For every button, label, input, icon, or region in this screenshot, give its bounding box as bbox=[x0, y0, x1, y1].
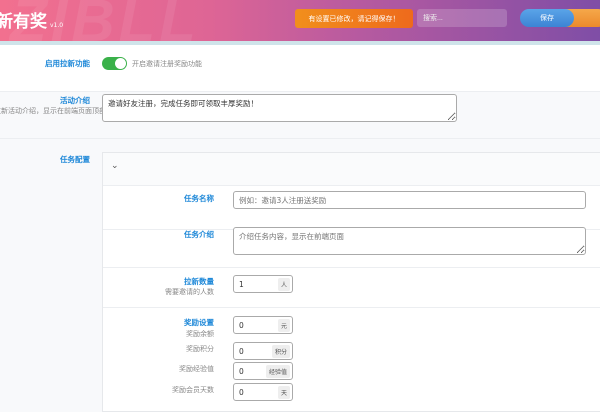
reward-exp-unit: 经验值 bbox=[265, 364, 290, 378]
count-title: 拉新数量 bbox=[184, 277, 214, 286]
task-intro-textarea[interactable] bbox=[233, 227, 586, 255]
reward-vip-days-unit: 天 bbox=[277, 385, 290, 399]
header: ZIBLL 新有奖v1.0 有设置已修改，请记得保存！ 重置选项 保存 bbox=[0, 0, 600, 41]
enable-toggle[interactable] bbox=[102, 57, 127, 70]
enable-row: 启用拉新功能 开启邀请注册奖励功能 bbox=[0, 45, 600, 92]
search-input[interactable] bbox=[417, 9, 507, 27]
reward-vip-days-value[interactable]: 0 bbox=[234, 388, 278, 397]
task-panel-header[interactable]: ⌄ bbox=[103, 153, 600, 186]
count-desc: 需要邀请的人数 bbox=[165, 288, 214, 296]
reward-points-value[interactable]: 0 bbox=[234, 347, 272, 356]
count-unit: 人 bbox=[277, 277, 290, 291]
reward-vip-days-label: 奖励会员天数 bbox=[172, 386, 214, 394]
activity-row: 活动介绍编辑拉新活动介绍，显示在前端页面顶部 邀请好友注册，完成任务即可领取丰厚… bbox=[0, 92, 600, 139]
reward-balance-value[interactable]: 0 bbox=[234, 321, 278, 330]
enable-label: 启用拉新功能 bbox=[45, 59, 90, 68]
task-config-panel: ⌄ 任务名称 任务介绍 拉新数量需要邀请的人数 1人 奖励设置 奖励余额 0元 … bbox=[102, 152, 600, 412]
task-name-label: 任务名称 bbox=[184, 194, 214, 203]
count-input[interactable]: 1人 bbox=[233, 275, 293, 293]
reward-points-label: 奖励积分 bbox=[186, 345, 214, 353]
save-button[interactable]: 保存 bbox=[520, 9, 574, 27]
reward-points-unit: 积分 bbox=[271, 344, 290, 358]
divider bbox=[103, 307, 600, 308]
title-text: 新有奖 bbox=[0, 12, 47, 32]
activity-title: 活动介绍 bbox=[60, 96, 90, 105]
count-label: 拉新数量需要邀请的人数 bbox=[134, 276, 214, 298]
task-config-label: 任务配置 bbox=[60, 155, 90, 164]
reward-balance-label: 奖励余额 bbox=[186, 330, 214, 338]
reward-exp-value[interactable]: 0 bbox=[234, 367, 266, 376]
divider bbox=[103, 267, 600, 268]
count-value[interactable]: 1 bbox=[234, 280, 278, 289]
chevron-down-icon[interactable]: ⌄ bbox=[111, 161, 119, 171]
reward-vip-days-input[interactable]: 0天 bbox=[233, 383, 293, 401]
activity-label: 活动介绍编辑拉新活动介绍，显示在前端页面顶部 bbox=[0, 95, 106, 117]
activity-textarea[interactable]: 邀请好友注册，完成任务即可领取丰厚奖励！ bbox=[102, 94, 457, 122]
reward-balance-unit: 元 bbox=[277, 318, 290, 332]
page-title: 新有奖 v1.0 bbox=[0, 7, 63, 32]
toggle-text: 开启邀请注册奖励功能 bbox=[132, 60, 202, 68]
unsaved-notice: 有设置已修改，请记得保存！ bbox=[295, 9, 413, 28]
task-name-input[interactable] bbox=[233, 191, 586, 209]
reward-exp-input[interactable]: 0 经验值 bbox=[233, 362, 293, 380]
reward-balance-input[interactable]: 0元 bbox=[233, 316, 293, 334]
activity-desc: 编辑拉新活动介绍，显示在前端页面顶部 bbox=[0, 107, 106, 115]
reward-points-input[interactable]: 0 积分 bbox=[233, 342, 293, 360]
task-intro-label: 任务介绍 bbox=[184, 230, 214, 239]
toggle-knob bbox=[115, 58, 126, 69]
reward-exp-label: 奖励经验值 bbox=[179, 365, 214, 373]
reward-label: 奖励设置 bbox=[184, 318, 214, 327]
version-label: v1.0 bbox=[50, 22, 64, 29]
